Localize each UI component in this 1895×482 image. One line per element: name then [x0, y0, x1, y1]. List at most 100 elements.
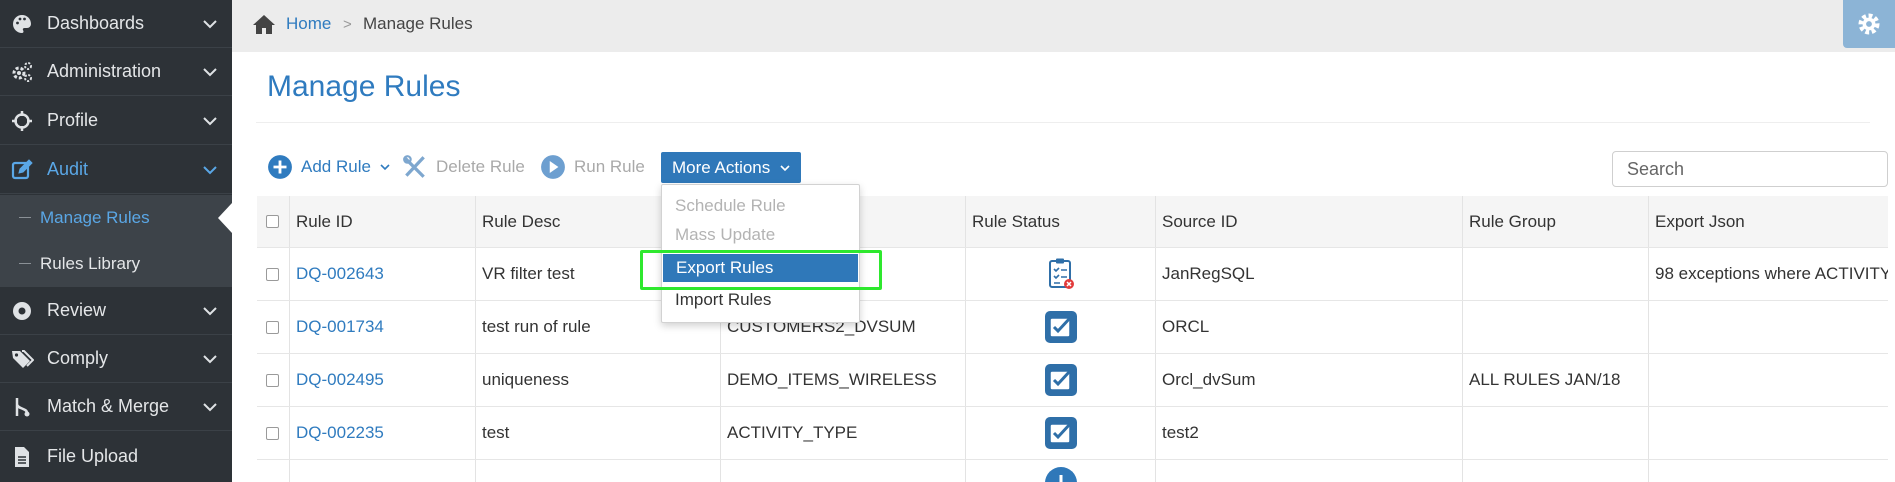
- export-json: [1648, 354, 1888, 406]
- delete-rule-label: Delete Rule: [436, 157, 525, 176]
- source-id: ORCL: [1155, 301, 1462, 353]
- sidebar-item-label: File Upload: [47, 446, 139, 466]
- sidebar-item-label: Audit: [47, 159, 89, 179]
- chevron-down-icon: [203, 403, 217, 412]
- sidebar-item-audit[interactable]: Audit: [0, 146, 232, 194]
- merge-icon: [9, 395, 35, 419]
- sidebar-item-administration[interactable]: Administration: [0, 48, 232, 96]
- edit-icon: [9, 158, 35, 182]
- sidebar-item-label: Match & Merge: [47, 396, 170, 416]
- row-checkbox[interactable]: [266, 426, 279, 440]
- active-pointer: [218, 203, 232, 233]
- sidebar-item-dashboards[interactable]: Dashboards: [0, 0, 232, 48]
- row-checkbox[interactable]: [266, 320, 279, 334]
- source-id: test2: [1155, 407, 1462, 459]
- menu-item-import-rules[interactable]: Import Rules: [662, 286, 859, 314]
- sidebar-item-label: Comply: [47, 348, 109, 368]
- rule-table: ACTIVITY_TYPE: [720, 407, 965, 459]
- breadcrumb-home[interactable]: Home: [286, 14, 331, 34]
- gears-icon: [9, 60, 35, 84]
- row-checkbox[interactable]: [266, 373, 279, 387]
- header-export-json[interactable]: Export Json: [1648, 196, 1888, 247]
- compass-icon: [9, 299, 35, 323]
- chevron-down-icon: [203, 20, 217, 29]
- passed-status-icon[interactable]: [1044, 310, 1078, 344]
- chevron-down-icon: [203, 166, 217, 175]
- passed-status-icon[interactable]: [1044, 416, 1078, 450]
- source-id: Orcl_dvSum: [1155, 354, 1462, 406]
- source-id: JanRegSQL: [1155, 248, 1462, 300]
- rule-desc: uniqueness: [475, 354, 720, 406]
- row-checkbox[interactable]: [266, 267, 279, 281]
- table-row: DQ-002235 test ACTIVITY_TYPE test2: [257, 407, 1888, 460]
- tools-icon: [403, 155, 425, 178]
- add-rule-button[interactable]: Add Rule: [267, 152, 399, 182]
- rule-id-link[interactable]: DQ-002643: [296, 264, 384, 284]
- chevron-down-icon: [203, 117, 217, 126]
- palette-icon: [9, 12, 35, 36]
- home-icon[interactable]: [252, 13, 276, 35]
- rule-desc: test: [475, 407, 720, 459]
- rule-group: [1462, 301, 1648, 353]
- tags-icon: [9, 347, 35, 371]
- rule-group: ALL RULES JAN/18: [1462, 354, 1648, 406]
- table-row: DQ-002495 uniqueness DEMO_ITEMS_WIRELESS…: [257, 354, 1888, 407]
- select-all-cell: [257, 196, 289, 247]
- run-rule-label: Run Rule: [574, 157, 645, 176]
- sidebar-subitem-label: Manage Rules: [40, 208, 150, 227]
- crosshair-icon: [9, 109, 35, 133]
- export-json: [1648, 301, 1888, 353]
- rule-id-link[interactable]: DQ-001734: [296, 317, 384, 337]
- delete-rule-button[interactable]: Delete Rule: [402, 152, 525, 182]
- chevron-down-icon: [380, 164, 390, 171]
- rule-group: [1462, 248, 1648, 300]
- rule-id-link[interactable]: DQ-002235: [296, 423, 384, 443]
- gear-icon: [1858, 13, 1880, 35]
- sidebar-item-comply[interactable]: Comply: [0, 335, 232, 383]
- sidebar-subitem-rules-library[interactable]: Rules Library: [0, 241, 232, 287]
- more-actions-button[interactable]: More Actions: [661, 152, 801, 183]
- header-rule-group[interactable]: Rule Group: [1462, 196, 1648, 247]
- sidebar: Dashboards Administration Profile Audit …: [0, 0, 232, 482]
- sidebar-item-label: Review: [47, 300, 107, 320]
- breadcrumb-separator: >: [343, 16, 352, 33]
- sidebar-item-label: Administration: [47, 61, 162, 81]
- rule-id-link[interactable]: DQ-002495: [296, 370, 384, 390]
- rule-table: DEMO_ITEMS_WIRELESS: [720, 354, 965, 406]
- sidebar-item-profile[interactable]: Profile: [0, 97, 232, 145]
- export-json: 98 exceptions where ACTIVITY_: [1648, 248, 1888, 300]
- sidebar-subitem-label: Rules Library: [40, 254, 141, 273]
- search-input[interactable]: [1612, 151, 1888, 187]
- divider: [256, 122, 1870, 123]
- top-bar: Home > Manage Rules: [232, 0, 1895, 52]
- chevron-down-icon: [203, 68, 217, 77]
- passed-status-icon[interactable]: [1044, 363, 1078, 397]
- chevron-down-icon: [203, 355, 217, 364]
- play-circle-icon: [541, 155, 565, 179]
- export-json: [1648, 407, 1888, 459]
- sidebar-item-match-merge[interactable]: Match & Merge: [0, 383, 232, 431]
- header-rule-status[interactable]: Rule Status: [965, 196, 1155, 247]
- chevron-down-icon: [203, 307, 217, 316]
- sidebar-item-review[interactable]: Review: [0, 287, 232, 335]
- info-status-icon[interactable]: [1044, 466, 1078, 482]
- rule-group: [1462, 407, 1648, 459]
- select-all-checkbox[interactable]: [266, 215, 279, 228]
- chevron-down-icon: [780, 164, 790, 171]
- menu-item-schedule-rule: Schedule Rule: [675, 196, 786, 215]
- header-rule-id[interactable]: Rule ID: [289, 196, 475, 247]
- exception-status-icon[interactable]: [1046, 257, 1076, 291]
- add-rule-label: Add Rule: [301, 157, 371, 176]
- run-rule-button[interactable]: Run Rule: [540, 152, 645, 182]
- sidebar-item-file-upload[interactable]: File Upload: [0, 431, 232, 482]
- file-icon: [9, 445, 35, 469]
- menu-item-mass-update: Mass Update: [675, 225, 776, 244]
- highlight-annotation: [640, 250, 882, 290]
- breadcrumb-current: Manage Rules: [363, 14, 473, 33]
- audit-submenu: Manage Rules Rules Library: [0, 195, 232, 287]
- table-row: DQ-001734 test run of rule CUSTOMERS2_DV…: [257, 301, 1888, 354]
- settings-button[interactable]: [1843, 0, 1895, 48]
- sidebar-subitem-manage-rules[interactable]: Manage Rules: [0, 195, 232, 241]
- header-source-id[interactable]: Source ID: [1155, 196, 1462, 247]
- sidebar-item-label: Dashboards: [47, 13, 145, 33]
